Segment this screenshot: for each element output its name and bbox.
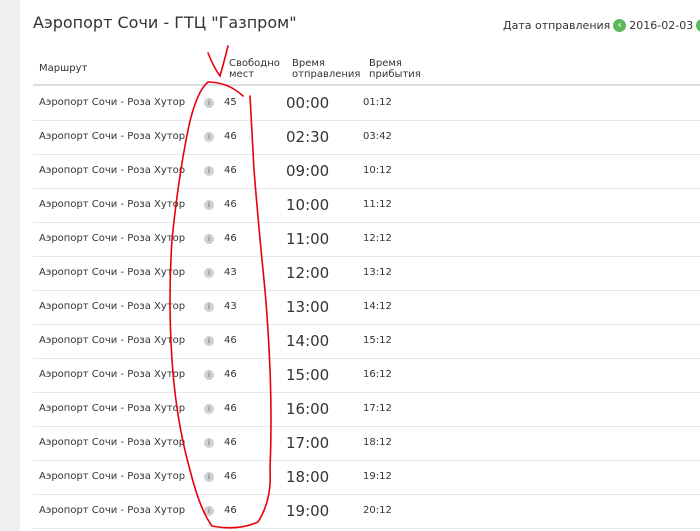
departure-cell: 13:00	[286, 298, 330, 316]
route-cell: Аэропорт Сочи - Роза Хутор	[39, 437, 186, 448]
schedule-panel: Аэропорт Сочи - ГТЦ "Газпром" Дата отпра…	[20, 0, 700, 531]
route-cell: Аэропорт Сочи - Роза Хутор	[39, 131, 186, 142]
table-row[interactable]: Аэропорт Сочи - Роза Хутор i 46 19:00 20:12	[33, 494, 700, 529]
arrival-cell: 17:12	[363, 403, 392, 414]
departure-cell: 00:00	[286, 94, 330, 112]
departure-cell: 16:00	[286, 400, 330, 418]
info-icon[interactable]: i	[204, 370, 214, 380]
arrival-cell: 16:12	[363, 369, 392, 380]
departure-cell: 09:00	[286, 162, 330, 180]
table-row[interactable]: Аэропорт Сочи - Роза Хутор i 46 18:00 19:12	[33, 460, 700, 495]
departure-cell: 14:00	[286, 332, 330, 350]
arrival-cell: 15:12	[363, 335, 392, 346]
info-icon[interactable]: i	[204, 336, 214, 346]
departure-cell: 18:00	[286, 468, 330, 486]
seats-cell: 46	[224, 505, 237, 516]
arrival-cell: 19:12	[363, 471, 392, 482]
date-label: Дата отправления	[503, 19, 611, 32]
date-value: 2016-02-03	[629, 19, 694, 32]
departure-cell: 15:00	[286, 366, 330, 384]
arrival-cell: 10:12	[363, 165, 392, 176]
arrival-cell: 11:12	[363, 199, 392, 210]
departure-date-picker: Дата отправления ‹ 2016-02-03 ›	[503, 19, 700, 32]
seats-cell: 46	[224, 471, 237, 482]
table-row[interactable]: Аэропорт Сочи - Роза Хутор i 46 14:00 15:12	[33, 324, 700, 359]
table-row[interactable]: Аэропорт Сочи - Роза Хутор i 43 13:00 14:12	[33, 290, 700, 325]
route-cell: Аэропорт Сочи - Роза Хутор	[39, 267, 186, 278]
table-row[interactable]: Аэропорт Сочи - Роза Хутор i 46 11:00 12:12	[33, 222, 700, 257]
column-header-departure: Время отправления	[292, 58, 361, 80]
table-row[interactable]: Аэропорт Сочи - Роза Хутор i 46 15:00 16:12	[33, 358, 700, 393]
info-icon[interactable]: i	[204, 132, 214, 142]
seats-cell: 46	[224, 437, 237, 448]
seats-cell: 46	[224, 335, 237, 346]
chevron-left-icon[interactable]: ‹	[613, 19, 627, 32]
route-cell: Аэропорт Сочи - Роза Хутор	[39, 165, 186, 176]
departure-cell: 17:00	[286, 434, 330, 452]
info-icon[interactable]: i	[204, 472, 214, 482]
departure-cell: 10:00	[286, 196, 330, 214]
table-header: Маршрут Свободно мест Время отправления …	[33, 55, 700, 86]
route-cell: Аэропорт Сочи - Роза Хутор	[39, 471, 186, 482]
departure-cell: 12:00	[286, 264, 330, 282]
departure-cell: 19:00	[286, 502, 330, 520]
route-cell: Аэропорт Сочи - Роза Хутор	[39, 505, 186, 516]
arrival-cell: 12:12	[363, 233, 392, 244]
seats-cell: 45	[224, 97, 237, 108]
arrival-cell: 01:12	[363, 97, 392, 108]
column-header-arrival: Время прибытия	[369, 58, 421, 80]
arrival-cell: 13:12	[363, 267, 392, 278]
route-cell: Аэропорт Сочи - Роза Хутор	[39, 97, 186, 108]
info-icon[interactable]: i	[204, 166, 214, 176]
chevron-right-icon[interactable]: ›	[696, 19, 700, 32]
arrival-cell: 20:12	[363, 505, 392, 516]
arrival-cell: 18:12	[363, 437, 392, 448]
table-row[interactable]: Аэропорт Сочи - Роза Хутор i 46 16:00 17:12	[33, 392, 700, 427]
table-row[interactable]: Аэропорт Сочи - Роза Хутор i 46 10:00 11:12	[33, 188, 700, 223]
table-row[interactable]: Аэропорт Сочи - Роза Хутор i 46 02:30 03:42	[33, 120, 700, 155]
arrival-cell: 03:42	[363, 131, 392, 142]
info-icon[interactable]: i	[204, 302, 214, 312]
info-icon[interactable]: i	[204, 438, 214, 448]
route-cell: Аэропорт Сочи - Роза Хутор	[39, 233, 186, 244]
seats-cell: 46	[224, 233, 237, 244]
seats-cell: 46	[224, 199, 237, 210]
route-cell: Аэропорт Сочи - Роза Хутор	[39, 199, 186, 210]
route-cell: Аэропорт Сочи - Роза Хутор	[39, 369, 186, 380]
info-icon[interactable]: i	[204, 268, 214, 278]
column-header-seats: Свободно мест	[229, 58, 280, 80]
info-icon[interactable]: i	[204, 404, 214, 414]
info-icon[interactable]: i	[204, 506, 214, 516]
table-row[interactable]: Аэропорт Сочи - Роза Хутор i 46 09:00 10:12	[33, 154, 700, 189]
route-cell: Аэропорт Сочи - Роза Хутор	[39, 335, 186, 346]
info-icon[interactable]: i	[204, 234, 214, 244]
route-cell: Аэропорт Сочи - Роза Хутор	[39, 403, 186, 414]
arrival-cell: 14:12	[363, 301, 392, 312]
table-row[interactable]: Аэропорт Сочи - Роза Хутор i 43 12:00 13:12	[33, 256, 700, 291]
table-row[interactable]: Аэропорт Сочи - Роза Хутор i 45 00:00 01:12	[33, 86, 700, 121]
seats-cell: 46	[224, 165, 237, 176]
departure-cell: 11:00	[286, 230, 330, 248]
info-icon[interactable]: i	[204, 200, 214, 210]
page-title: Аэропорт Сочи - ГТЦ "Газпром"	[33, 13, 297, 32]
info-icon[interactable]: i	[204, 98, 214, 108]
seats-cell: 43	[224, 301, 237, 312]
seats-cell: 46	[224, 403, 237, 414]
seats-cell: 43	[224, 267, 237, 278]
departure-cell: 02:30	[286, 128, 330, 146]
table-row[interactable]: Аэропорт Сочи - Роза Хутор i 46 17:00 18:12	[33, 426, 700, 461]
column-header-route: Маршрут	[39, 63, 88, 74]
seats-cell: 46	[224, 131, 237, 142]
seats-cell: 46	[224, 369, 237, 380]
route-cell: Аэропорт Сочи - Роза Хутор	[39, 301, 186, 312]
